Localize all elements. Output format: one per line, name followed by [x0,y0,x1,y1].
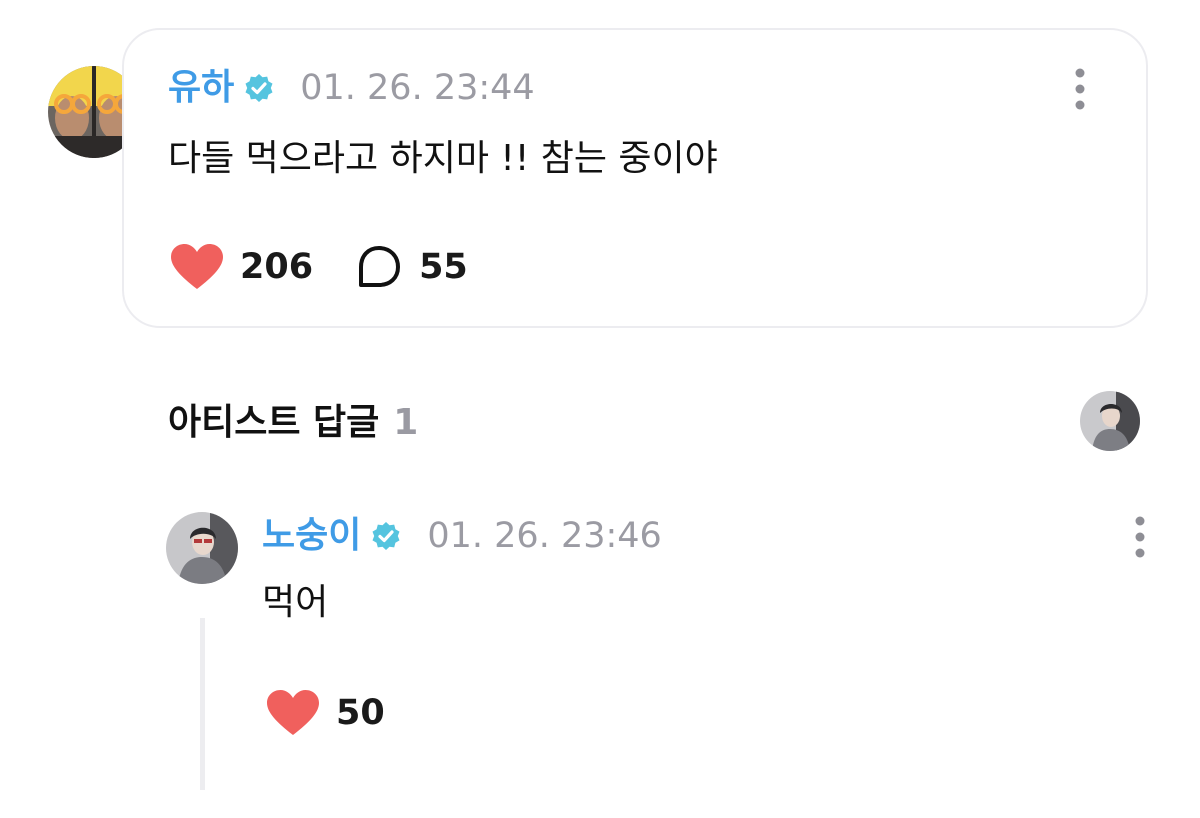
artist-replies-header: 아티스트 답글 1 [168,398,418,448]
verified-badge-icon [371,521,401,551]
reply-text: 먹어 [262,582,329,623]
artist-replies-count: 1 [393,402,419,443]
reply-author-avatar[interactable] [166,512,238,584]
like-count: 206 [240,247,314,287]
reply-like-count: 50 [336,693,385,733]
more-vertical-icon[interactable] [1070,68,1090,110]
post-text: 다들 먹으라고 하지마 !! 참는 중이야 [168,138,718,179]
verified-badge-icon [244,73,274,103]
reply-author-name[interactable]: 노숭이 [262,514,361,558]
post-author-name[interactable]: 유하 [168,66,234,110]
heart-icon[interactable] [170,243,224,291]
reply-reactions: 50 [266,688,385,738]
artist-replies-title: 아티스트 답글 [168,402,380,443]
reply-author-row: 노숭이 01. 26. 23:46 [262,514,662,558]
artist-avatar[interactable] [1080,391,1140,451]
comment-count: 55 [419,247,468,287]
post-reactions: 206 55 [170,242,468,292]
comment-bubble-icon[interactable] [355,244,403,290]
more-vertical-icon[interactable] [1130,516,1150,558]
thread-line [200,618,205,790]
post-timestamp: 01. 26. 23:44 [300,68,535,108]
post-author-row: 유하 01. 26. 23:44 [168,66,535,110]
heart-icon[interactable] [266,689,320,737]
reply-timestamp: 01. 26. 23:46 [427,516,662,556]
